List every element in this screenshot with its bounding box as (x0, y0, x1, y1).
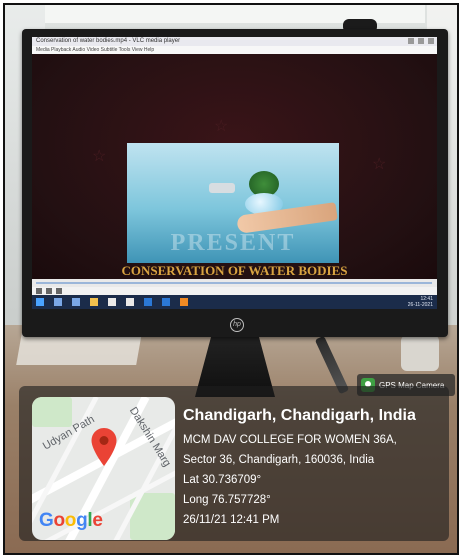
stop-icon (46, 288, 52, 294)
monitor-screen: Conservation of water bodies.mp4 - VLC m… (32, 37, 437, 309)
desk-paper (16, 333, 142, 365)
address-line-2: Sector 36, Chandigarh, 160036, India (183, 454, 375, 466)
location-info: Chandigarh, Chandigarh, India MCM DAV CO… (183, 406, 447, 530)
map-street-label: Dakshin Marg (126, 405, 173, 469)
google-letter: o (64, 510, 77, 531)
taskbar-clock: 12:41 26-11-2021 (407, 296, 433, 308)
location-pin-icon (91, 428, 117, 466)
location-title: Chandigarh, Chandigarh, India (183, 407, 416, 424)
monitor: Conservation of water bodies.mp4 - VLC m… (22, 29, 448, 337)
menu-text: Media Playback Audio Video Subtitle Tool… (36, 47, 155, 53)
google-letter: G (39, 510, 54, 531)
browser-icon (108, 298, 116, 306)
maximize-icon (418, 38, 424, 44)
hp-logo: hp (230, 318, 244, 332)
windows-taskbar: 12:41 26-11-2021 (32, 295, 437, 309)
photo: Conservation of water bodies.mp4 - VLC m… (3, 3, 459, 555)
word-icon (144, 298, 152, 306)
slide-image: PRESENT (127, 143, 339, 263)
desk-object (401, 335, 439, 371)
folder-icon (90, 298, 98, 306)
address-line-1: MCM DAV COLLEGE FOR WOMEN 36A, (183, 434, 397, 446)
map-park (32, 397, 72, 427)
tap-icon (209, 183, 235, 193)
google-letter: o (53, 510, 65, 531)
window-title: Conservation of water bodies.mp4 - VLC m… (36, 38, 181, 44)
chrome-icon (126, 298, 134, 306)
longitude: Long 76.757728° (183, 494, 271, 506)
player-controls (32, 287, 437, 295)
seek-bar (32, 279, 437, 287)
window-buttons (408, 38, 434, 44)
star-icon: ☆ (214, 118, 229, 135)
close-icon (428, 38, 434, 44)
slide-watermark: PRESENT (170, 230, 296, 256)
next-icon (56, 288, 62, 294)
app-icon (162, 298, 170, 306)
vlc-menubar: Media Playback Audio Video Subtitle Tool… (32, 46, 437, 54)
vlc-titlebar: Conservation of water bodies.mp4 - VLC m… (32, 37, 437, 46)
start-icon (36, 298, 44, 306)
video-area: ☆ ☆ ☆ PRESENT (32, 54, 437, 279)
google-letter: g (76, 510, 88, 531)
gps-overlay: Udyan Path Dakshin Marg Google Chandigar… (19, 386, 449, 541)
vlc-icon (180, 298, 188, 306)
star-icon: ☆ (372, 156, 387, 173)
google-letter: e (92, 510, 103, 531)
map-thumbnail: Udyan Path Dakshin Marg Google (32, 397, 175, 540)
slide-title: CONSERVATION OF WATER BODIES (121, 263, 348, 278)
google-logo: Google (39, 510, 103, 532)
search-icon (54, 298, 62, 306)
minimize-icon (408, 38, 414, 44)
taskview-icon (72, 298, 80, 306)
star-icon: ☆ (92, 148, 107, 165)
seek-track (36, 282, 432, 284)
latitude: Lat 30.736709° (183, 474, 262, 486)
datetime: 26/11/21 12:41 PM (183, 514, 280, 526)
play-icon (36, 288, 42, 294)
